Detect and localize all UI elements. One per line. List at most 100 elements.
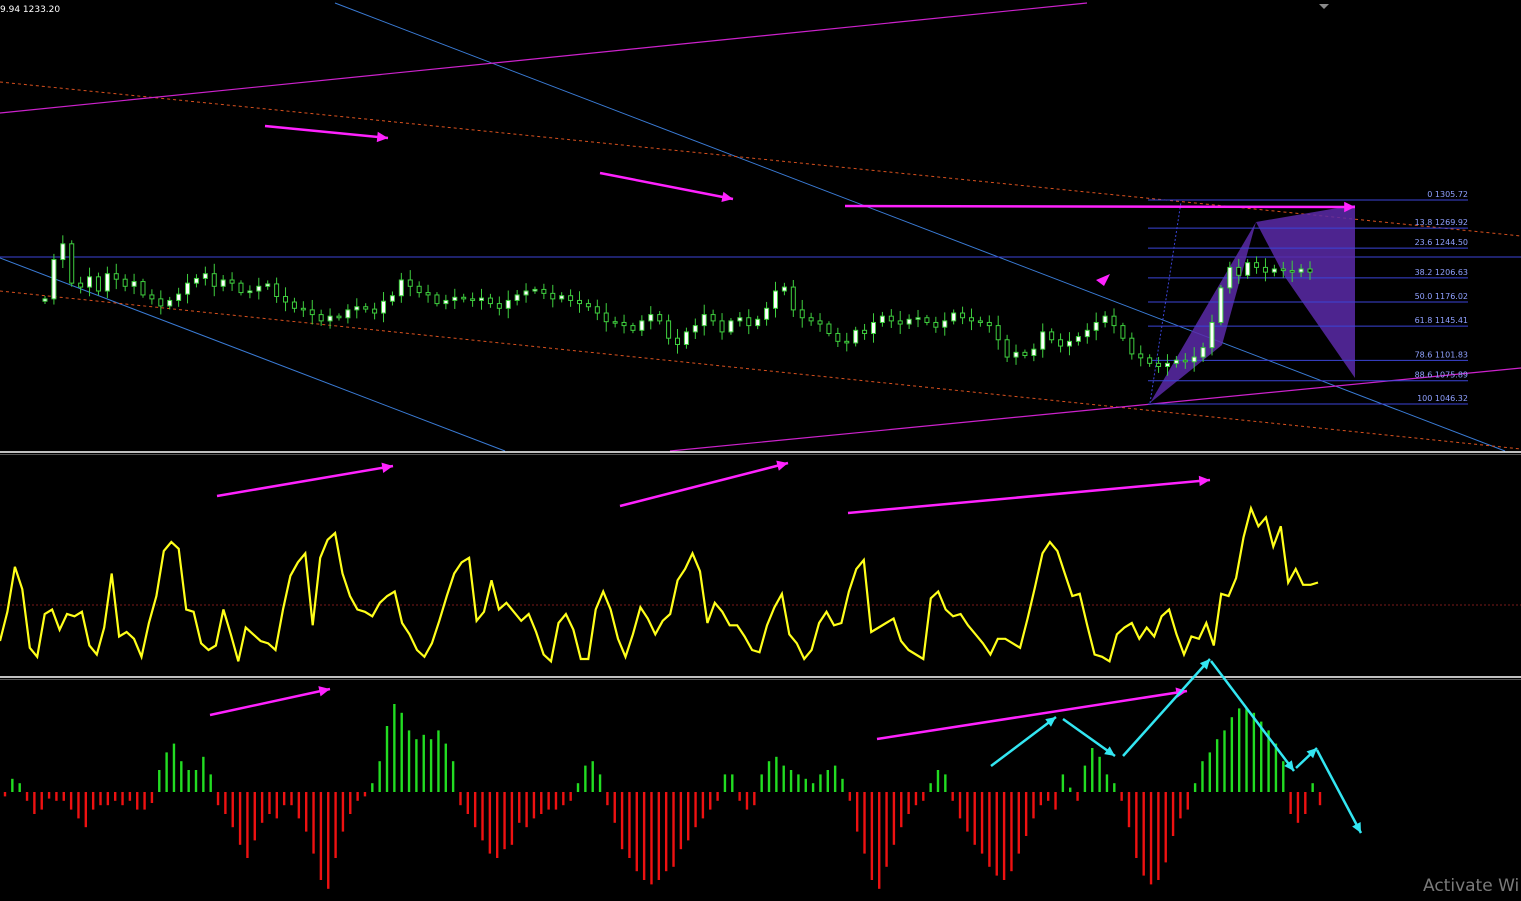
candle-body	[229, 279, 235, 284]
histogram-bar-negative	[1289, 792, 1292, 814]
candle-body	[826, 323, 832, 334]
harmonic-xab-triangle	[1150, 222, 1256, 403]
histogram-bar-negative	[922, 792, 925, 801]
histogram-bar-negative	[569, 792, 572, 801]
histogram-bar-negative	[716, 792, 719, 801]
candle-body	[1111, 315, 1117, 327]
histogram-bar-positive	[1237, 708, 1241, 792]
histogram-bar-negative	[745, 792, 749, 810]
histogram-bar-negative	[106, 792, 110, 806]
scroll-marker-icon[interactable]	[1319, 4, 1329, 9]
histogram-bar-negative	[995, 792, 998, 876]
candle-body	[1289, 270, 1295, 273]
candle-body	[532, 288, 538, 292]
candle-body	[309, 309, 315, 316]
candle-body	[585, 303, 591, 308]
histogram-bar-negative	[1046, 792, 1050, 801]
histogram-bar-positive	[819, 774, 822, 792]
price-divergence-arrow	[599, 171, 734, 203]
candle-body	[443, 299, 449, 305]
candle-body	[1156, 362, 1162, 368]
histogram-bar-negative	[1135, 792, 1138, 858]
candle-body	[897, 320, 903, 325]
histogram-bar-positive	[1282, 761, 1285, 792]
histogram-bar-negative	[246, 792, 249, 858]
candle-body	[220, 279, 226, 287]
histogram-bar-positive	[1069, 787, 1072, 792]
candle-body	[790, 286, 796, 311]
candle-body	[523, 290, 529, 296]
candle-body	[354, 306, 360, 311]
histogram-bar-negative	[55, 792, 58, 801]
candle-body	[924, 317, 930, 323]
histogram-bar-positive	[385, 726, 389, 792]
histogram-bar-negative	[216, 792, 220, 806]
histogram-bar-negative	[738, 792, 741, 801]
candle-body	[122, 278, 128, 287]
candle-body	[176, 293, 182, 301]
histogram-bar-negative	[701, 792, 705, 819]
histogram-bar-negative	[1017, 792, 1020, 854]
candle-body	[211, 273, 217, 287]
candle-body	[1218, 287, 1224, 323]
candle-body	[363, 306, 369, 310]
candle-body	[577, 299, 583, 305]
histogram-bar-positive	[841, 778, 844, 792]
histogram-bar-positive	[723, 774, 727, 792]
candle-body	[870, 321, 876, 334]
candle-body	[1066, 340, 1072, 347]
candle-body	[416, 285, 422, 294]
candle-body	[1200, 347, 1206, 358]
oscillator-divergence-arrow-head	[381, 462, 393, 473]
candlesticks	[42, 235, 1313, 376]
candle-body	[1164, 362, 1170, 368]
histogram-bar-positive	[202, 756, 205, 792]
histogram-bar-positive	[1252, 712, 1256, 792]
candle-body	[51, 259, 57, 300]
histogram-bar-positive	[1215, 739, 1219, 792]
candle-body	[1075, 336, 1081, 342]
candle-body	[1262, 266, 1268, 273]
candle-body	[799, 309, 805, 319]
histogram-bar-negative	[334, 792, 337, 858]
histogram-bar-negative	[1318, 792, 1322, 806]
histogram-bar-negative	[1127, 792, 1131, 828]
price-divergence-arrow	[264, 124, 389, 143]
histogram-bar-negative	[99, 792, 102, 806]
histogram-bar-negative	[532, 792, 536, 819]
candle-body	[1227, 266, 1233, 289]
oscillator-divergence-arrow-shaft	[619, 461, 789, 508]
price-marker-icon	[1096, 274, 1110, 286]
price-divergence-arrow-shaft	[844, 204, 1356, 209]
histogram-bar-negative	[297, 792, 301, 819]
oscillator-line	[0, 504, 1319, 664]
candle-body	[345, 309, 351, 319]
candle-body	[256, 285, 262, 292]
histogram-bar-negative	[973, 792, 976, 845]
ohlc-readout: 9.94 1233.20	[0, 5, 60, 15]
candle-body	[1236, 266, 1242, 276]
candle-body	[1013, 351, 1019, 358]
histogram-bar-positive	[591, 761, 594, 792]
histogram-bar-negative	[606, 792, 609, 806]
candle-body	[692, 325, 698, 333]
oscillator-divergence-arrow-head	[1198, 475, 1210, 487]
candle-body	[265, 283, 271, 287]
histogram-bar-positive	[1105, 774, 1109, 792]
histogram-bar-positive	[11, 778, 14, 792]
histogram-bar-negative	[25, 792, 29, 801]
histogram-bar-negative	[657, 792, 661, 880]
candle-body	[1031, 348, 1037, 356]
candle-body	[42, 298, 48, 302]
fib-level-label: 78.6 1101.83	[1415, 350, 1468, 359]
candle-body	[1254, 262, 1260, 268]
histogram-bar-negative	[319, 792, 323, 880]
histogram-bar-positive	[1274, 743, 1278, 792]
fib-level-label: 23.6 1244.50	[1415, 238, 1468, 247]
histogram-bar-negative	[1186, 792, 1189, 810]
candle-body	[781, 286, 787, 292]
histogram-bar-positive	[804, 778, 807, 792]
oscillator-divergence-arrow-shaft	[847, 478, 1211, 515]
histogram-bar-negative	[540, 792, 543, 814]
histogram-bar-negative	[679, 792, 683, 850]
